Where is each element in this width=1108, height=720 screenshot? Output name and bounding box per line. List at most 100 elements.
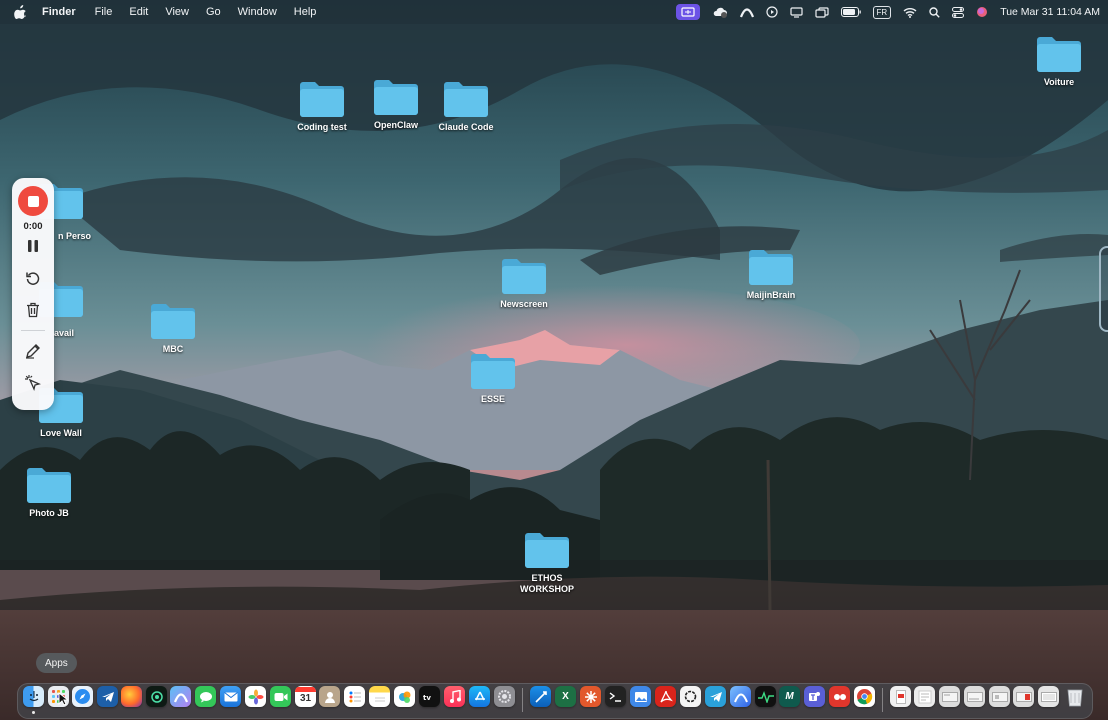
wifi-icon[interactable] bbox=[903, 0, 917, 24]
math-app-icon[interactable]: M bbox=[779, 686, 800, 707]
folder-label: ETHOS WORKSHOP bbox=[520, 573, 574, 594]
folder-photo-jb[interactable]: Photo JB bbox=[6, 466, 92, 519]
document-icon[interactable] bbox=[890, 686, 911, 707]
folder-icon bbox=[502, 259, 546, 294]
arc-browser-icon[interactable] bbox=[170, 686, 191, 707]
freeform-icon[interactable] bbox=[394, 686, 415, 707]
safari-icon[interactable] bbox=[72, 686, 93, 707]
menu-help[interactable]: Help bbox=[294, 6, 317, 18]
chatgpt-atlas-icon[interactable] bbox=[146, 686, 167, 707]
menu-bar: Finder File Edit View Go Window Help FR bbox=[0, 0, 1108, 24]
terminal-icon[interactable] bbox=[605, 686, 626, 707]
folder-icon bbox=[300, 82, 344, 117]
folder-label: MaijinBrain bbox=[746, 290, 796, 300]
music-icon[interactable] bbox=[444, 686, 465, 707]
folder-newscreen[interactable]: Newscreen bbox=[481, 257, 567, 310]
trash-icon[interactable] bbox=[1064, 686, 1085, 707]
battery-icon[interactable] bbox=[840, 0, 861, 24]
menu-edit[interactable]: Edit bbox=[129, 6, 148, 18]
menu-window[interactable]: Window bbox=[238, 6, 277, 18]
photos-icon[interactable] bbox=[245, 686, 266, 707]
siri-icon[interactable] bbox=[976, 0, 988, 24]
screenshot-thumbnail-icon[interactable] bbox=[989, 686, 1010, 707]
recording-timer: 0:00 bbox=[23, 221, 43, 232]
apple-menu-icon[interactable] bbox=[14, 5, 28, 19]
mouse-cursor-icon bbox=[58, 692, 68, 706]
recent-file-icon[interactable] bbox=[914, 686, 935, 707]
stop-recording-button[interactable] bbox=[18, 186, 48, 216]
menubar-clock[interactable]: Tue Mar 31 11:04 AM bbox=[1000, 6, 1100, 18]
screenshot-thumbnail-icon[interactable] bbox=[964, 686, 985, 707]
app-store-icon[interactable] bbox=[469, 686, 490, 707]
svg-text:tv: tv bbox=[423, 694, 431, 701]
folder-claude-code[interactable]: Claude Code bbox=[423, 80, 509, 133]
restart-icon bbox=[26, 272, 40, 285]
folder-voiture[interactable]: Voiture bbox=[1016, 35, 1102, 88]
menu-app-finder[interactable]: Finder bbox=[42, 6, 76, 18]
folder-icon bbox=[27, 468, 71, 503]
firefox-icon[interactable] bbox=[121, 686, 142, 707]
folder-label: Photo JB bbox=[29, 508, 69, 518]
control-center-icon[interactable] bbox=[952, 0, 965, 24]
system-settings-icon[interactable] bbox=[494, 686, 515, 707]
calendar-icon[interactable]: 31 bbox=[295, 686, 316, 707]
menu-go[interactable]: Go bbox=[206, 6, 221, 18]
annotate-button[interactable] bbox=[18, 339, 48, 363]
folder-esse[interactable]: ESSE bbox=[450, 352, 536, 405]
folder-label: MBC bbox=[162, 344, 184, 354]
cloud-sync-icon[interactable] bbox=[712, 0, 728, 24]
chrome-icon[interactable] bbox=[854, 686, 875, 707]
messages-icon[interactable] bbox=[195, 686, 216, 707]
facetime-icon[interactable] bbox=[270, 686, 291, 707]
arc-app-icon[interactable] bbox=[739, 0, 754, 24]
folder-label: ESSE bbox=[480, 394, 505, 404]
offscreen-window-edge[interactable] bbox=[1099, 246, 1108, 332]
screen-recording-icon[interactable] bbox=[675, 4, 700, 20]
finder-icon[interactable] bbox=[23, 686, 44, 707]
menu-view[interactable]: View bbox=[165, 6, 189, 18]
pause-icon bbox=[28, 240, 38, 252]
magic-cursor-icon bbox=[25, 375, 41, 391]
stage-manager-icon[interactable] bbox=[814, 0, 829, 24]
effects-button[interactable] bbox=[18, 371, 48, 395]
desktop-wallpaper bbox=[0, 0, 1108, 720]
mail-icon[interactable] bbox=[220, 686, 241, 707]
folder-ethos-workshop[interactable]: ETHOS WORKSHOP bbox=[504, 531, 590, 595]
display-icon[interactable] bbox=[789, 0, 803, 24]
folder-label: avail bbox=[54, 328, 75, 338]
menu-file[interactable]: File bbox=[95, 6, 113, 18]
delete-recording-button[interactable] bbox=[18, 298, 48, 322]
notes-icon[interactable] bbox=[369, 686, 390, 707]
acrobat-icon[interactable] bbox=[655, 686, 676, 707]
stop-icon bbox=[27, 195, 39, 207]
folder-label: OpenClaw bbox=[373, 120, 418, 130]
downloads-stack-icon[interactable] bbox=[1038, 686, 1059, 707]
telegram-icon[interactable] bbox=[705, 686, 726, 707]
xcode-icon[interactable] bbox=[530, 686, 551, 707]
telegram-alt-icon[interactable] bbox=[97, 686, 118, 707]
input-source-indicator[interactable]: FR bbox=[872, 5, 892, 19]
reminders-icon[interactable] bbox=[344, 686, 365, 707]
activity-monitor-icon[interactable] bbox=[755, 686, 776, 707]
dock-tooltip: Apps bbox=[36, 653, 77, 673]
folder-maijinbrain[interactable]: MaijinBrain bbox=[728, 248, 814, 301]
arc-app-dock-icon[interactable] bbox=[730, 686, 751, 707]
scrobbles-icon[interactable] bbox=[829, 686, 850, 707]
claude-icon[interactable] bbox=[580, 686, 601, 707]
apple-tv-icon[interactable]: tv bbox=[419, 686, 440, 707]
folder-icon bbox=[749, 250, 793, 285]
screenshot-thumbnail-icon[interactable] bbox=[1013, 686, 1034, 707]
screenshot-thumbnail-icon[interactable] bbox=[939, 686, 960, 707]
play-circle-icon[interactable] bbox=[765, 0, 778, 24]
chatgpt-icon[interactable] bbox=[680, 686, 701, 707]
dock-separator bbox=[522, 688, 523, 712]
pause-button[interactable] bbox=[18, 234, 48, 258]
folder-mbc[interactable]: MBC bbox=[130, 302, 216, 355]
preview-icon[interactable] bbox=[630, 686, 651, 707]
contacts-icon[interactable] bbox=[319, 686, 340, 707]
teams-icon[interactable] bbox=[804, 686, 825, 707]
search-icon[interactable] bbox=[929, 0, 940, 24]
screen-recorder-toolbar: 0:00 bbox=[12, 178, 54, 410]
restart-button[interactable] bbox=[18, 266, 48, 290]
excel-icon[interactable]: X bbox=[555, 686, 576, 707]
